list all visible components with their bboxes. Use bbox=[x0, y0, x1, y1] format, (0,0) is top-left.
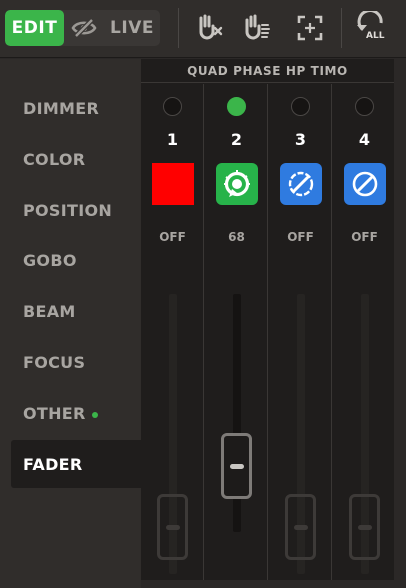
active-indicator-dot bbox=[91, 411, 98, 418]
cell-column: 2 68 bbox=[205, 84, 268, 580]
blocked-swatch[interactable] bbox=[344, 163, 386, 205]
strobe-swatch[interactable] bbox=[216, 163, 258, 205]
cell-led bbox=[163, 97, 182, 116]
nav-item-color[interactable]: COLOR bbox=[11, 135, 141, 183]
eye-slash-icon bbox=[71, 18, 97, 38]
cell-number: 1 bbox=[166, 130, 179, 149]
knob-highlight-icon bbox=[245, 14, 270, 40]
nav-item-gobo[interactable]: GOBO bbox=[11, 236, 141, 284]
category-sidebar: DIMMER COLOR POSITION GOBO BEAM FOCUS OT… bbox=[0, 59, 141, 588]
cell-number: 2 bbox=[230, 130, 243, 149]
blocked-blue-icon bbox=[352, 171, 378, 197]
red-color-swatch[interactable] bbox=[152, 163, 194, 205]
hide-toggle-button[interactable] bbox=[64, 10, 104, 46]
fader-grip bbox=[166, 525, 180, 530]
nav-item-dimmer[interactable]: DIMMER bbox=[11, 84, 141, 132]
knob-clear-icon bbox=[199, 14, 223, 40]
toolbar-divider bbox=[178, 8, 179, 48]
toolbar-divider bbox=[341, 8, 342, 48]
fader-grip bbox=[358, 525, 372, 530]
undo-all-button[interactable]: ALL bbox=[354, 10, 390, 46]
mode-switch: EDIT LIVE bbox=[5, 10, 160, 46]
right-gutter bbox=[394, 59, 406, 588]
cell-value: OFF bbox=[351, 230, 378, 244]
cell-value: 68 bbox=[228, 230, 245, 244]
fader-thumb[interactable] bbox=[349, 494, 380, 560]
fixture-panel: QUAD PHASE HP TIMO 1 OFF 2 68 3 OFF 4 OF… bbox=[141, 59, 394, 580]
nav-item-other[interactable]: OTHER bbox=[11, 389, 141, 437]
undo-all-label: ALL bbox=[366, 31, 385, 41]
cell-column: 4 OFF bbox=[333, 84, 396, 580]
knob-highlight-button[interactable] bbox=[238, 10, 274, 46]
fixture-title: QUAD PHASE HP TIMO bbox=[141, 59, 394, 83]
bottom-strip bbox=[141, 580, 394, 588]
cell-led bbox=[291, 97, 310, 116]
focus-select-button[interactable] bbox=[292, 10, 328, 46]
nav-item-focus[interactable]: FOCUS bbox=[11, 338, 141, 386]
nav-item-fader[interactable]: FADER bbox=[11, 440, 141, 488]
edit-mode-button[interactable]: EDIT bbox=[5, 10, 64, 46]
top-toolbar: EDIT LIVE ALL bbox=[0, 0, 406, 58]
fader-thumb[interactable] bbox=[221, 433, 252, 499]
fader-grip bbox=[294, 525, 308, 530]
fader-thumb[interactable] bbox=[285, 494, 316, 560]
cell-led bbox=[355, 97, 374, 116]
nav-item-beam[interactable]: BEAM bbox=[11, 287, 141, 335]
blocked-swatch[interactable] bbox=[280, 163, 322, 205]
cell-led bbox=[227, 97, 246, 116]
strobe-green-icon bbox=[224, 170, 250, 197]
cell-value: OFF bbox=[159, 230, 186, 244]
blocked-blue-icon bbox=[288, 171, 314, 197]
nav-item-position[interactable]: POSITION bbox=[11, 186, 141, 234]
live-mode-button[interactable]: LIVE bbox=[104, 10, 160, 46]
fader-thumb[interactable] bbox=[157, 494, 188, 560]
knob-clear-button[interactable] bbox=[190, 10, 226, 46]
focus-select-icon bbox=[297, 15, 323, 41]
cell-number: 3 bbox=[294, 130, 307, 149]
fader-grip bbox=[230, 464, 244, 469]
cell-value: OFF bbox=[287, 230, 314, 244]
cell-column: 3 OFF bbox=[269, 84, 332, 580]
cell-column: 1 OFF bbox=[141, 84, 204, 580]
cell-number: 4 bbox=[358, 130, 371, 149]
